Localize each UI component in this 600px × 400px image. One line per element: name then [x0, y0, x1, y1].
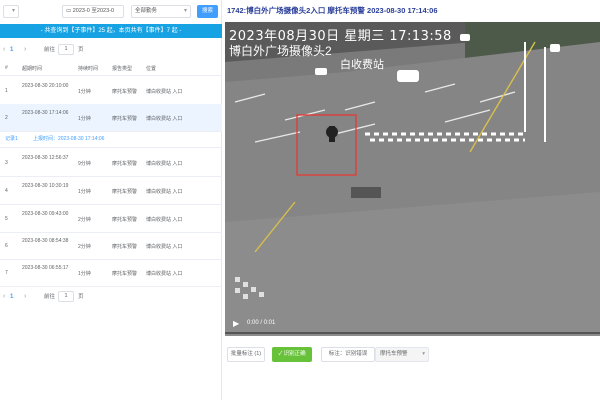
pagination-top: ‹ 1 › 前往 1 页 — [0, 43, 222, 57]
table-row[interactable]: 7 2023-08-30 06:55:17 1分钟 摩托车预警 博白收费站 入口 — [0, 259, 222, 287]
table-row[interactable]: 6 2023-08-30 08:54:38 2分钟 摩托车预警 博白收费站 入口 — [0, 232, 222, 260]
table-row[interactable]: 5 2023-08-30 09:43:00 2分钟 摩托车预警 博白收费站 入口 — [0, 205, 222, 233]
scope-select[interactable]: 全部勤务 ▾ — [131, 5, 191, 18]
record-label[interactable]: 记录1 — [5, 131, 18, 148]
next-page-button[interactable]: › — [24, 293, 26, 301]
video-title: 1742:博白外广场摄像头2入口 摩托车预警 2023-08-30 17:14:… — [227, 6, 438, 15]
video-player[interactable]: 2023年08月30日 星期三 17:13:58 博白外广场摄像头2 白收费站 … — [225, 22, 600, 336]
report-time-link[interactable]: 上报时间：2023-08-30 17:14:06 — [33, 131, 104, 148]
prev-page-button[interactable]: ‹ — [3, 46, 5, 54]
overlay-camera-name: 博白外广场摄像头2 — [229, 44, 332, 58]
video-controls: ▶ 0:00 / 0:01 — [225, 314, 600, 336]
search-button[interactable]: 搜索 — [197, 5, 218, 18]
status-select[interactable]: ▾ — [3, 5, 19, 18]
page-input[interactable]: 1 — [58, 44, 74, 55]
pagination-bottom: ‹ 1 › 前往 1 页 — [0, 290, 222, 304]
page-input[interactable]: 1 — [58, 291, 74, 302]
filter-bar: ▾ ▭ 2023-0 至2023-0 全部勤务 ▾ 搜索 — [0, 0, 222, 22]
date-range-picker[interactable]: ▭ 2023-0 至2023-0 — [62, 5, 124, 18]
prev-page-button[interactable]: ‹ — [3, 293, 5, 301]
table-row[interactable]: 3 2023-08-30 12:56:37 9分钟 摩托车预警 博白收费站 入口 — [0, 149, 222, 177]
overlay-gate-name: 白收费站 — [340, 59, 384, 71]
table-header: # 超期时间 持续时间 报告类型 位置 — [0, 60, 222, 76]
table-row[interactable]: 1 2023-08-30 20:10:00 1分钟 摩托车预警 博白收费站 入口 — [0, 77, 222, 105]
current-page[interactable]: 1 — [10, 292, 13, 302]
next-page-button[interactable]: › — [24, 46, 26, 54]
play-icon[interactable]: ▶ — [233, 319, 239, 328]
summary-banner: - 共查询到【子事件】25 起，本页共有【事件】7 起 - — [0, 24, 222, 38]
page-unit: 页 — [78, 294, 84, 300]
event-type-select[interactable]: 摩托车预警 ▾ — [375, 347, 429, 362]
camera-frame — [225, 22, 600, 336]
table-row-selected[interactable]: 2 2023-08-30 17:14:06 1分钟 摩托车预警 博白收费站 入口 — [0, 104, 222, 132]
chevron-down-icon: ▾ — [422, 351, 425, 357]
goto-label: 前往 — [44, 47, 56, 53]
calendar-icon: ▭ — [66, 8, 73, 14]
progress-bar[interactable] — [225, 332, 600, 334]
video-time: 0:00 / 0:01 — [247, 320, 276, 326]
chevron-down-icon: ▾ — [183, 8, 187, 14]
batch-annotate-button[interactable]: 批量标注 (1) — [227, 347, 265, 362]
record-subrow: 记录1 上报时间：2023-08-30 17:14:06 — [0, 131, 222, 148]
goto-label: 前往 — [44, 294, 56, 300]
page-unit: 页 — [78, 47, 84, 53]
table-row[interactable]: 4 2023-08-30 10:30:19 1分钟 摩托车预警 博白收费站 入口 — [0, 177, 222, 205]
video-panel: 1742:博白外广场摄像头2入口 摩托车预警 2023-08-30 17:14:… — [223, 0, 600, 400]
mark-incorrect-button[interactable]: 标注：识别错误 — [321, 347, 375, 362]
action-bar: 批量标注 (1) ✓ 识别正确 标注：识别错误 摩托车预警 ▾ — [223, 347, 600, 363]
current-page[interactable]: 1 — [10, 45, 13, 55]
confirm-correct-button[interactable]: ✓ 识别正确 — [272, 347, 312, 362]
event-list-panel: ▾ ▭ 2023-0 至2023-0 全部勤务 ▾ 搜索 - 共查询到【子事件】2… — [0, 0, 222, 400]
